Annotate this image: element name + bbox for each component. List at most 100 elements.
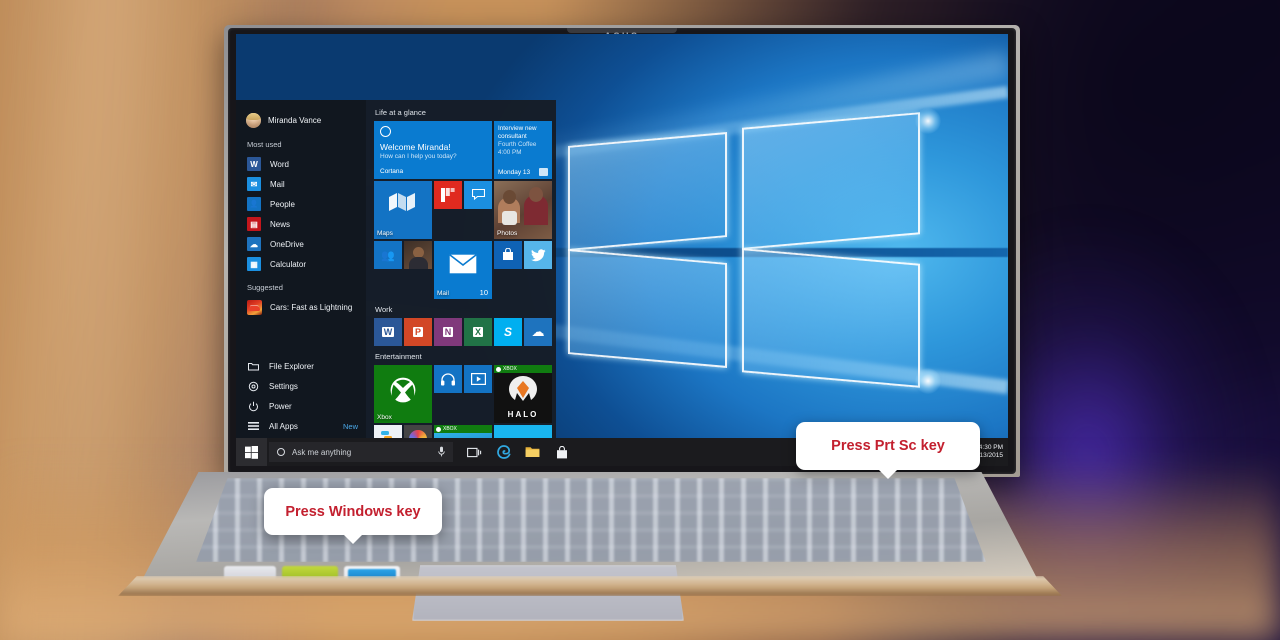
tile-groove-music[interactable] (434, 365, 462, 393)
tile-label: Xbox (377, 414, 392, 421)
tile-maps[interactable]: Maps (374, 181, 432, 239)
tile-halo[interactable]: XBOX HALO (494, 365, 552, 423)
laptop-device: ASUS Miranda Vance (0, 0, 1280, 640)
mail-icon: ✉ (247, 177, 261, 191)
hamburger-icon (248, 421, 259, 432)
tile-minion-rush[interactable]: XBOX (434, 425, 492, 438)
xbox-banner: XBOX (494, 365, 552, 373)
cars-game-icon (247, 299, 262, 315)
calendar-icon (539, 168, 548, 176)
tile-group-work: W P N X S ☁ (374, 318, 556, 346)
cortana-circle-icon (277, 448, 285, 456)
tile-onenote[interactable]: N (434, 318, 462, 346)
most-used-item-onedrive[interactable]: ☁ OneDrive (236, 234, 366, 254)
tile-twitter[interactable] (524, 241, 552, 269)
tile-calendar[interactable]: Interview new consultant Fourth Coffee 4… (494, 121, 552, 179)
most-used-item-people[interactable]: 👤 People (236, 194, 366, 214)
powerpoint-icon: P (412, 327, 423, 337)
word-icon: W (381, 327, 395, 337)
banner-label: XBOX (443, 426, 457, 432)
most-used-item-calculator[interactable]: ▦ Calculator (236, 254, 366, 274)
suggested-item-cars[interactable]: Cars: Fast as Lightning (236, 297, 366, 317)
tile-excel[interactable]: X (464, 318, 492, 346)
tile-tunein[interactable]: TuneIn (374, 425, 402, 438)
tile-group-title-life: Life at a glance (375, 108, 426, 117)
folder-icon (248, 361, 259, 372)
bottom-item-label: Power (269, 401, 292, 411)
tile-label: Cortana (380, 168, 404, 175)
tile-powerpoint[interactable]: P (404, 318, 432, 346)
app-label: Calculator (270, 259, 307, 269)
start-menu: Miranda Vance Most used W Word ✉ Mail 👤 … (236, 100, 556, 438)
tile-people[interactable]: 👥 (374, 241, 402, 269)
windows-logo-pane (741, 247, 920, 388)
callout-press-prt-sc: Press Prt Sc key (796, 422, 980, 470)
most-used-item-news[interactable]: ▤ News (236, 214, 366, 234)
tile-flipboard[interactable] (434, 181, 462, 209)
tile-groove[interactable] (404, 425, 432, 438)
windows-logo-pane (567, 248, 727, 368)
app-label: Cars: Fast as Lightning (270, 302, 353, 312)
mail-unread-count: 10 (479, 288, 488, 297)
bottom-item-all-apps[interactable]: All Apps New (236, 416, 366, 436)
xbox-icon (496, 366, 501, 372)
tile-messaging[interactable] (464, 181, 492, 209)
file-explorer-icon[interactable] (525, 445, 540, 460)
store-icon[interactable] (554, 445, 569, 460)
bottom-item-label: Settings (269, 381, 298, 391)
windows-logo-icon (245, 445, 258, 459)
windows-logo-wallpaper (560, 107, 941, 395)
onedrive-icon: ☁ (247, 237, 261, 251)
bottom-item-label: File Explorer (269, 361, 314, 371)
start-button[interactable] (236, 438, 267, 466)
task-view-icon[interactable] (467, 445, 482, 460)
gear-icon (248, 381, 259, 392)
microphone-icon[interactable] (438, 446, 445, 459)
user-account-row[interactable]: Miranda Vance (236, 109, 366, 131)
tile-store[interactable] (494, 241, 522, 269)
edge-browser-icon[interactable] (496, 445, 511, 460)
calendar-line-1: Interview new (498, 125, 537, 132)
onedrive-icon: ☁ (531, 324, 545, 339)
user-name: Miranda Vance (268, 115, 322, 125)
tile-mail[interactable]: Mail 10 (434, 241, 492, 299)
bottom-item-settings[interactable]: Settings (236, 376, 366, 396)
tile-skype[interactable]: S (494, 318, 522, 346)
most-used-item-word[interactable]: W Word (236, 154, 366, 174)
avatar (246, 112, 261, 128)
search-input[interactable]: Ask me anything (269, 442, 453, 462)
bottom-item-power[interactable]: Power (236, 396, 366, 416)
suggested-header: Suggested (247, 283, 283, 292)
app-label: Word (270, 159, 289, 169)
most-used-item-mail[interactable]: ✉ Mail (236, 174, 366, 194)
xbox-icon (436, 426, 441, 432)
xbox-banner: XBOX (434, 425, 492, 433)
tile-movies-tv[interactable] (464, 365, 492, 393)
word-icon: W (247, 157, 261, 171)
tile-group-title-entertainment: Entertainment (375, 352, 422, 361)
windows-logo-pane (567, 132, 727, 252)
bottom-item-label: All Apps (269, 421, 298, 431)
tile-xbox[interactable]: Xbox (374, 365, 432, 423)
callout-text: Press Windows key (285, 503, 421, 520)
news-icon: ▤ (247, 217, 261, 231)
tile-photos[interactable]: Photos (494, 181, 552, 239)
power-icon (248, 401, 259, 412)
tile-cortana[interactable]: Welcome Miranda! How can I help you toda… (374, 121, 492, 179)
calendar-line-3: Fourth Coffee (498, 141, 537, 148)
tile-skype-video[interactable] (404, 241, 432, 269)
onenote-icon: N (442, 327, 454, 337)
logo-glow (914, 368, 941, 395)
tile-word[interactable]: W (374, 318, 402, 346)
tile-label: Mail (437, 290, 449, 297)
calendar-day: Monday 13 (498, 169, 531, 176)
tile-onedrive[interactable]: ☁ (524, 318, 552, 346)
bottom-item-file-explorer[interactable]: File Explorer (236, 356, 366, 376)
calendar-line-4: 4:00 PM (498, 149, 522, 156)
app-label: Mail (270, 179, 285, 189)
tile-shazam[interactable] (494, 425, 552, 438)
start-menu-bottom-list: File Explorer Settings Power All Apps Ne… (236, 356, 366, 438)
tile-label: Maps (377, 230, 393, 237)
taskbar-pinned-icons (467, 445, 569, 460)
callout-text: Press Prt Sc key (831, 438, 945, 454)
